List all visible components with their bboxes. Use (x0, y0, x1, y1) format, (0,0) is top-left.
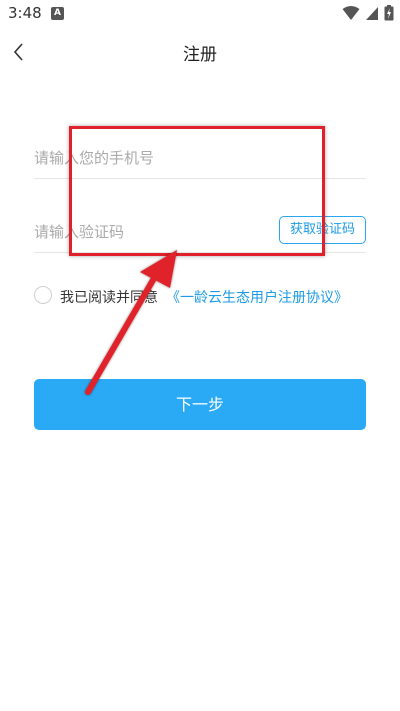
annotation-highlight-box (69, 126, 325, 256)
wifi-icon (342, 6, 360, 20)
agreement-link[interactable]: 《一龄云生态用户注册协议》 (166, 287, 348, 307)
agree-radio[interactable] (34, 286, 52, 304)
battery-charging-icon (384, 5, 394, 21)
page-title: 注册 (183, 45, 217, 65)
status-time: 3:48 (8, 4, 42, 22)
annotation-arrow (85, 250, 177, 395)
status-bar: 3:48 A (0, 0, 400, 28)
app-notification-icon: A (51, 7, 64, 20)
status-icons (342, 5, 394, 23)
agree-text: 我已阅读并同意 (60, 290, 158, 306)
next-button[interactable]: 下一步 (34, 379, 366, 430)
signal-icon (365, 7, 378, 20)
nav-bar: 注册 (0, 28, 400, 76)
